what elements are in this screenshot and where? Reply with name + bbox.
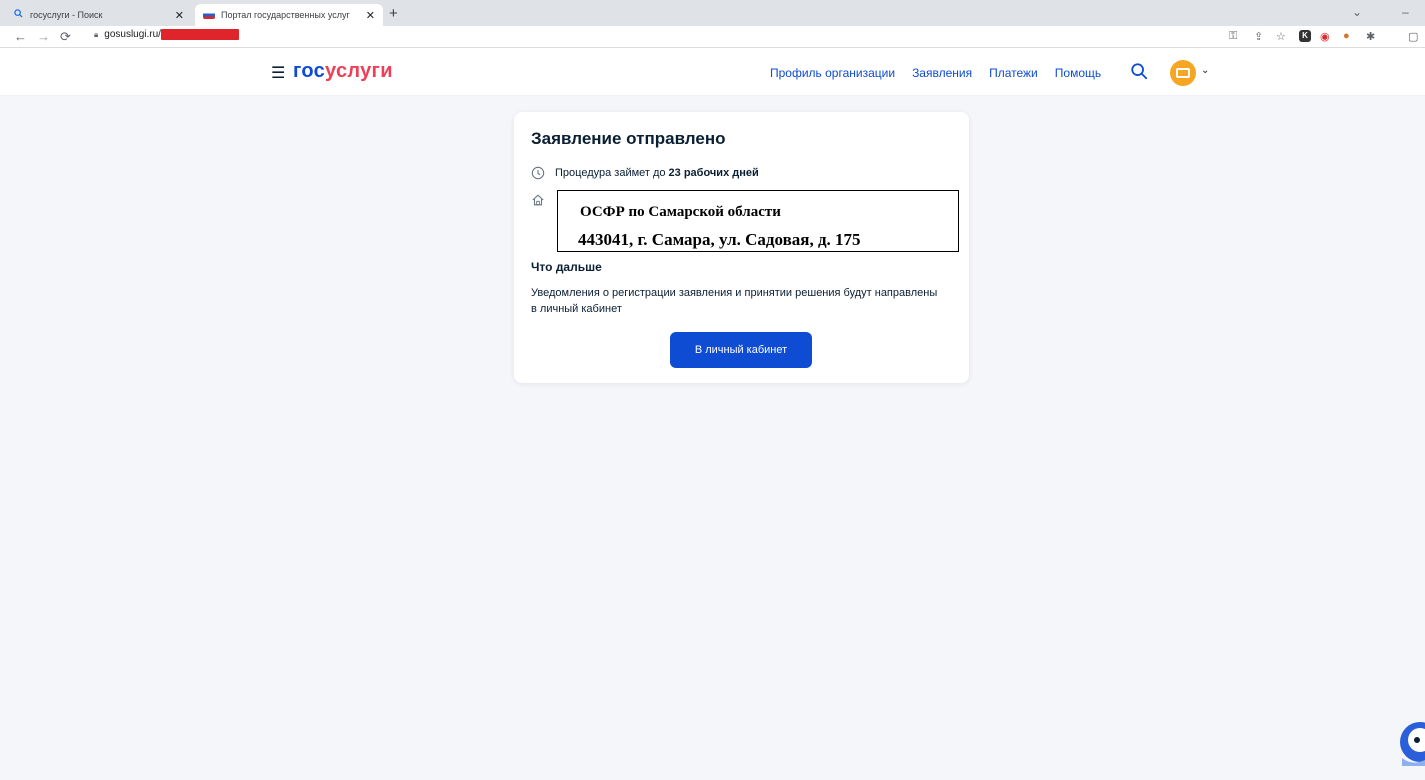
nav-link-org-profile[interactable]: Профиль организации	[770, 66, 895, 80]
next-steps-title: Что дальше	[531, 260, 602, 274]
nav-link-payments[interactable]: Платежи	[989, 66, 1038, 80]
tab-title: Портал государственных услуг	[221, 10, 350, 20]
nav-link-applications[interactable]: Заявления	[912, 66, 972, 80]
office-address-box: ОСФР по Самарской области 443041, г. Сам…	[557, 190, 959, 252]
browser-tab-gosuslugi[interactable]: Портал государственных услуг ✕	[195, 4, 383, 26]
close-icon[interactable]: ✕	[366, 9, 375, 22]
menu-icon[interactable]: ☰	[271, 63, 285, 83]
nav-link-help[interactable]: Помощь	[1055, 66, 1101, 80]
logo-part-uslugi: услуги	[325, 60, 393, 82]
flag-icon	[203, 11, 215, 19]
robot-assistant-icon[interactable]	[1396, 718, 1425, 766]
chevron-down-icon[interactable]: ⌄	[1201, 65, 1209, 76]
home-icon	[532, 194, 544, 206]
browser-tab-bar: госуслуги - Поиск ✕ Портал государственн…	[0, 0, 1425, 26]
avatar[interactable]	[1170, 60, 1196, 86]
office-address: 443041, г. Самара, ул. Садовая, д. 175	[578, 230, 861, 249]
browser-tab-search[interactable]: госуслуги - Поиск ✕	[4, 4, 192, 26]
next-steps-text: Уведомления о регистрации заявления и пр…	[531, 287, 938, 315]
browser-address-bar: ← → ⟳ 🔒︎ gosuslugi.ru/ ⚿ ⇪ ☆ K ◉ ● ✱ ▢	[0, 26, 1425, 48]
chevron-down-icon[interactable]: ⌄	[1352, 5, 1362, 19]
key-icon[interactable]: ⚿	[1229, 30, 1237, 43]
search-icon	[12, 9, 24, 21]
extension-k-icon[interactable]: K	[1299, 30, 1311, 42]
application-sent-card: Заявление отправлено Процедура займет до…	[514, 112, 969, 383]
minimize-icon[interactable]: –	[1402, 5, 1409, 19]
duration-row: Процедура займет до 23 рабочих дней	[531, 166, 759, 180]
search-icon[interactable]	[1130, 62, 1148, 80]
extension-orange-icon[interactable]: ●	[1343, 30, 1350, 42]
star-icon[interactable]: ☆	[1276, 30, 1286, 43]
duration-prefix: Процедура займет до	[555, 167, 666, 179]
site-header: ☰ госуслуги Профиль организации Заявлени…	[0, 48, 1425, 96]
extension-red-icon[interactable]: ◉	[1320, 30, 1330, 43]
close-icon[interactable]: ✕	[175, 9, 184, 22]
share-icon[interactable]: ⇪	[1254, 30, 1263, 43]
card-title: Заявление отправлено	[531, 129, 726, 148]
redaction-mark	[160, 29, 239, 40]
main-nav: Профиль организации Заявления Платежи По…	[770, 66, 1118, 80]
puzzle-icon[interactable]: ✱	[1366, 30, 1375, 43]
duration-value: 23 рабочих дней	[668, 167, 759, 179]
url-field[interactable]: 🔒︎ gosuslugi.ru/	[94, 29, 239, 40]
personal-cabinet-button[interactable]: В личный кабинет	[670, 332, 812, 368]
new-tab-button[interactable]: +	[389, 5, 398, 22]
clock-icon	[531, 166, 545, 180]
tab-title: госуслуги - Поиск	[30, 10, 103, 20]
back-icon[interactable]: ←	[14, 29, 27, 44]
forward-icon[interactable]: →	[37, 29, 50, 44]
lock-icon: 🔒︎	[94, 29, 99, 39]
sidebar-icon[interactable]: ▢	[1408, 30, 1418, 43]
briefcase-icon	[1176, 68, 1190, 78]
url-text: gosuslugi.ru/	[104, 29, 161, 40]
office-name: ОСФР по Самарской области	[580, 204, 781, 220]
logo[interactable]: госуслуги	[293, 60, 393, 83]
logo-part-gos: гос	[293, 60, 326, 82]
reload-icon[interactable]: ⟳	[60, 29, 71, 45]
